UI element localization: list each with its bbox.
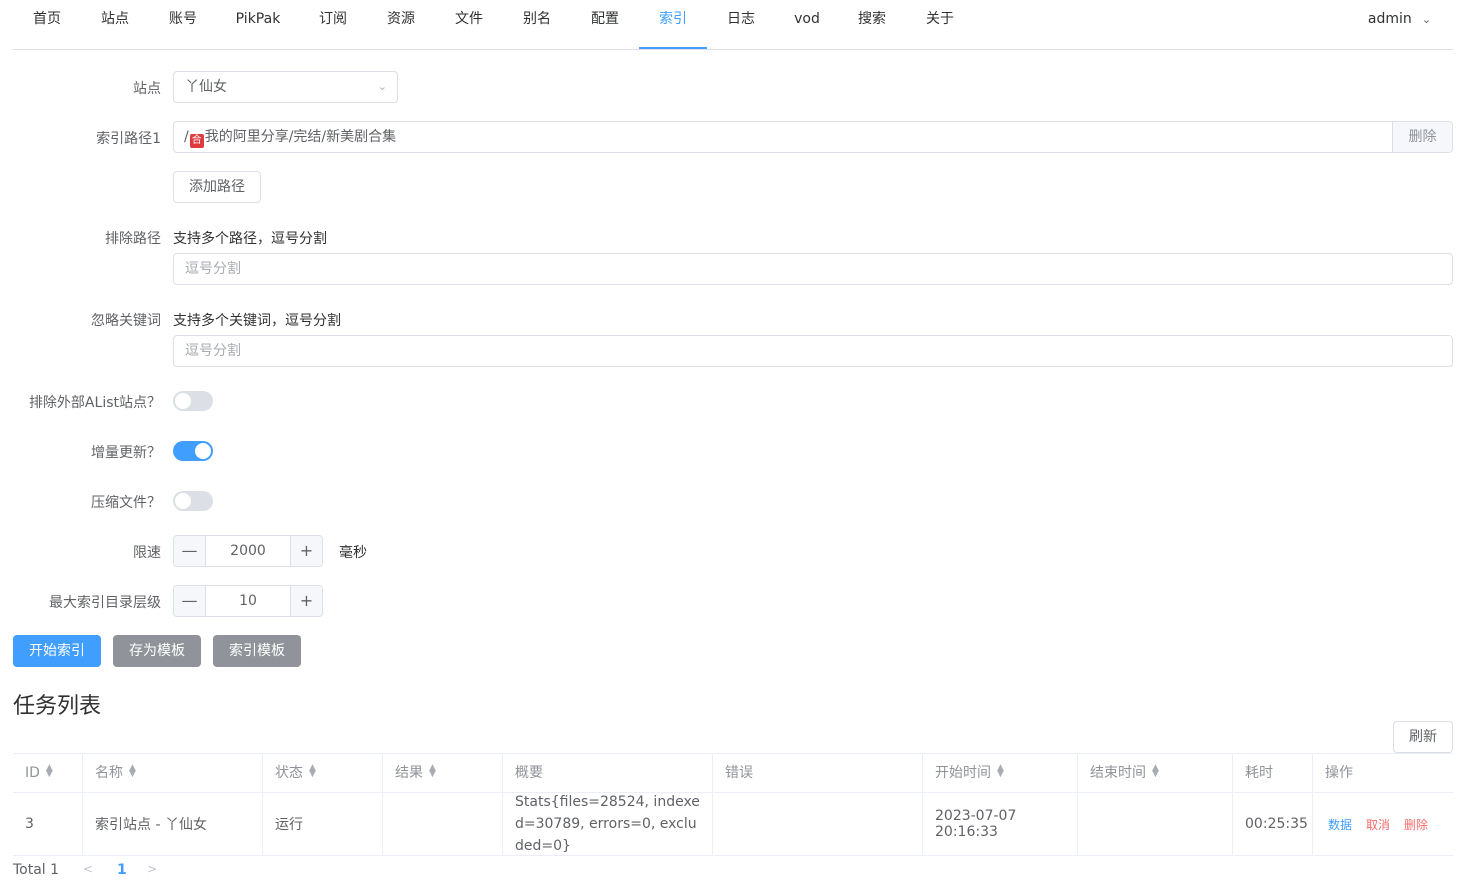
top-nav: 首页 站点 账号 PikPak 订阅 资源 文件 别名 配置 索引 日志 vod… bbox=[13, 0, 1453, 50]
column-header-duration: 耗时 bbox=[1233, 754, 1313, 793]
index-path-value: / 合我的阿里分享/完结/新美剧合集 bbox=[184, 129, 397, 148]
total-count: Total 1 bbox=[13, 862, 60, 878]
exclude-alist-label: 排除外部AList站点？ bbox=[28, 395, 161, 411]
rate-stepper: — 2000 + bbox=[173, 535, 323, 567]
rate-increment-button[interactable]: + bbox=[290, 536, 322, 566]
column-header-end-time[interactable]: 结束时间 ▲ ▼ bbox=[1078, 754, 1233, 793]
nav-search[interactable]: 搜索 bbox=[839, 0, 905, 49]
cancel-link[interactable]: 取消 bbox=[1366, 816, 1390, 833]
rate-input[interactable]: 2000 bbox=[206, 536, 290, 566]
incremental-label: 增量更新？ bbox=[91, 445, 161, 461]
depth-increment-button[interactable]: + bbox=[290, 586, 322, 616]
cell-error bbox=[713, 793, 923, 855]
incremental-switch[interactable] bbox=[173, 441, 213, 461]
user-menu[interactable]: admin ⌄ bbox=[1368, 0, 1431, 39]
site-select-value: 丫仙女 bbox=[185, 79, 227, 95]
index-path-input[interactable]: / 合我的阿里分享/完结/新美剧合集 删除 bbox=[173, 121, 1453, 153]
site-label: 站点 bbox=[133, 81, 161, 97]
column-header-id[interactable]: ID ▲ ▼ bbox=[13, 754, 83, 793]
pagination: Total 1 < 1 > bbox=[13, 862, 157, 878]
exclude-alist-switch[interactable] bbox=[173, 391, 213, 411]
column-header-status[interactable]: 状态 ▲ ▼ bbox=[263, 754, 383, 793]
nav-alias[interactable]: 别名 bbox=[503, 0, 571, 49]
column-header-start-time[interactable]: 开始时间 ▲ ▼ bbox=[923, 754, 1078, 793]
chevron-down-icon: ⌄ bbox=[1421, 13, 1431, 26]
delete-link[interactable]: 删除 bbox=[1404, 816, 1428, 833]
username: admin bbox=[1367, 11, 1412, 27]
add-path-button[interactable]: 添加路径 bbox=[173, 171, 261, 203]
nav-config[interactable]: 配置 bbox=[571, 0, 639, 49]
sort-icon: ▲ ▼ bbox=[997, 763, 1004, 779]
data-link[interactable]: 数据 bbox=[1328, 816, 1352, 833]
cell-result bbox=[383, 793, 503, 855]
column-header-error: 错误 bbox=[713, 754, 923, 793]
sort-icon: ▲ ▼ bbox=[309, 763, 316, 779]
nav-sites[interactable]: 站点 bbox=[81, 0, 149, 49]
nav-files[interactable]: 文件 bbox=[435, 0, 503, 49]
rate-label: 限速 bbox=[133, 545, 161, 561]
ignore-input[interactable]: 逗号分割 bbox=[173, 335, 1453, 367]
column-header-actions: 操作 bbox=[1313, 754, 1453, 793]
task-table: ID ▲ ▼ 名称 ▲ ▼ 状态 ▲ ▼ 结果 ▲ ▼ 概要 错误 开始时间 ▲ ▼ 结束时间 ▲ ▼ … bbox=[13, 753, 1453, 856]
page-number[interactable]: 1 bbox=[117, 862, 127, 878]
task-list-title: 任务列表 bbox=[13, 694, 102, 719]
save-template-button[interactable]: 存为模板 bbox=[113, 635, 201, 667]
chevron-left-icon[interactable]: < bbox=[83, 862, 93, 876]
column-header-result[interactable]: 结果 ▲ ▼ bbox=[383, 754, 503, 793]
cell-end-time bbox=[1078, 793, 1233, 855]
depth-stepper: — 10 + bbox=[173, 585, 323, 617]
nav-about[interactable]: 关于 bbox=[905, 0, 975, 49]
exclude-input[interactable]: 逗号分割 bbox=[173, 253, 1453, 285]
chevron-down-icon: ⌄ bbox=[377, 80, 387, 93]
sort-icon: ▲ ▼ bbox=[129, 763, 136, 779]
nav-subscribe[interactable]: 订阅 bbox=[299, 0, 367, 49]
cell-id: 3 bbox=[13, 793, 83, 855]
ignore-hint: 支持多个关键词，逗号分割 bbox=[173, 313, 341, 329]
compress-label: 压缩文件？ bbox=[91, 495, 161, 511]
site-select[interactable]: 丫仙女 ⌄ bbox=[173, 71, 398, 103]
column-header-name[interactable]: 名称 ▲ ▼ bbox=[83, 754, 263, 793]
share-badge-icon: 合 bbox=[189, 134, 204, 148]
rate-decrement-button[interactable]: — bbox=[174, 536, 206, 566]
exclude-hint: 支持多个路径，逗号分割 bbox=[173, 231, 327, 247]
cell-name: 索引站点 - 丫仙女 bbox=[83, 793, 263, 855]
nav-home[interactable]: 首页 bbox=[13, 0, 81, 49]
nav-vod[interactable]: vod bbox=[775, 0, 839, 49]
rate-unit: 毫秒 bbox=[339, 545, 367, 561]
nav-accounts[interactable]: 账号 bbox=[149, 0, 217, 49]
sort-icon: ▲ ▼ bbox=[1152, 763, 1159, 779]
index-template-button[interactable]: 索引模板 bbox=[213, 635, 301, 667]
depth-decrement-button[interactable]: — bbox=[174, 586, 206, 616]
compress-switch[interactable] bbox=[173, 491, 213, 511]
delete-path-button[interactable]: 删除 bbox=[1392, 122, 1452, 152]
cell-actions: 数据 取消 删除 bbox=[1313, 793, 1453, 855]
depth-input[interactable]: 10 bbox=[206, 586, 290, 616]
depth-label: 最大索引目录层级 bbox=[49, 595, 161, 611]
cell-status: 运行 bbox=[263, 793, 383, 855]
nav-logs[interactable]: 日志 bbox=[707, 0, 775, 49]
chevron-right-icon[interactable]: > bbox=[147, 862, 157, 876]
path-label: 索引路径1 bbox=[96, 131, 161, 147]
sort-icon: ▲ ▼ bbox=[429, 763, 436, 779]
sort-icon: ▲ ▼ bbox=[45, 763, 53, 779]
ignore-label: 忽略关键词 bbox=[91, 313, 161, 329]
nav-index[interactable]: 索引 bbox=[639, 0, 707, 49]
nav-resources[interactable]: 资源 bbox=[367, 0, 435, 49]
exclude-label: 排除路径 bbox=[105, 231, 161, 247]
column-header-summary: 概要 bbox=[503, 754, 713, 793]
cell-duration: 00:25:35 bbox=[1233, 793, 1313, 855]
refresh-button[interactable]: 刷新 bbox=[1393, 721, 1453, 753]
start-index-button[interactable]: 开始索引 bbox=[13, 635, 101, 667]
cell-start-time: 2023-07-07 20:16:33 bbox=[923, 793, 1078, 855]
nav-pikpak[interactable]: PikPak bbox=[217, 0, 299, 49]
cell-summary: Stats{files=28524, indexed=30789, errors… bbox=[503, 793, 713, 855]
